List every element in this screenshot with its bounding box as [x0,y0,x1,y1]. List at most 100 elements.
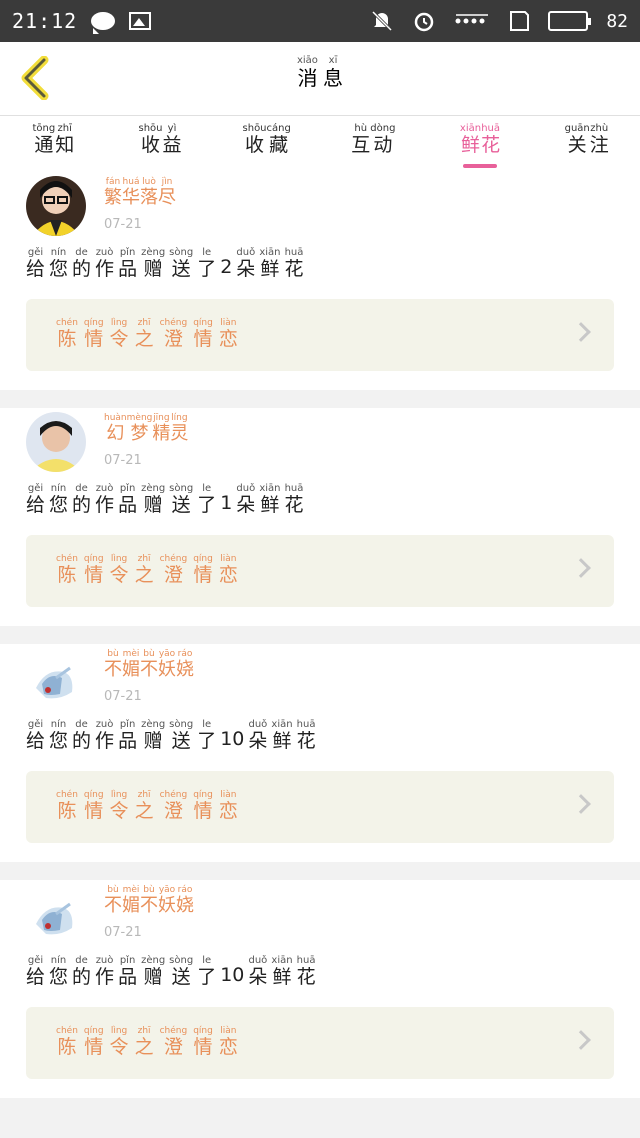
tab-flowers[interactable]: xiān 鲜 huā 花 [427,116,534,172]
chevron-right-icon [571,322,591,342]
hanzi-text: 令 [109,1036,129,1058]
pinyin-text: zèng [141,483,166,494]
pinyin-text: bù [107,649,119,659]
work-link-button[interactable]: chén 陈 qíng 情 lìng 令 zhī 之 chéng 澄 qíng 情 liàn 恋 [26,771,614,843]
ruby-char: nín 您 [49,484,68,515]
work-link-button[interactable]: chén 陈 qíng 情 lìng 令 zhī 之 chéng 澄 qíng 情 liàn 恋 [26,299,614,371]
ruby-char: nín 您 [49,720,68,751]
pinyin-text: de [75,247,88,258]
pinyin-text: huā [284,483,304,494]
avatar[interactable] [26,648,86,708]
hanzi-text: 媚 [122,659,140,680]
hanzi-text: 娆 [176,659,194,680]
ruby-char: chéng 澄 [160,1027,188,1057]
avatar[interactable] [26,412,86,472]
ruby-char: de 的 [72,720,91,751]
hanzi-text: 给 [26,258,46,280]
hanzi-text: 给 [26,730,46,752]
ruby-char: zuò 作 [95,248,114,279]
ruby-char: xiān 鲜 [259,248,280,279]
sender-name[interactable]: bù 不 mèi 媚 bù 不 yāo 妖 ráo 娆 [104,886,194,915]
battery-percent: 82 [606,10,628,32]
hanzi-text: 恋 [218,800,238,822]
ruby-char: de 的 [72,484,91,515]
hanzi-text: 情 [84,328,104,350]
work-link-button[interactable]: chén 陈 qíng 情 lìng 令 zhī 之 chéng 澄 qíng 情 liàn 恋 [26,535,614,607]
hanzi-text: 陈 [57,1036,77,1058]
pinyin-text: huā [284,247,304,258]
hanzi-text: 朵 [236,494,256,516]
battery-icon [548,11,592,31]
hanzi-text: 令 [109,564,129,586]
flower-count: 1 [220,492,233,514]
avatar[interactable] [26,176,86,236]
hanzi-text: 梦 [130,423,149,444]
pinyin-text: líng [171,413,188,423]
ruby-char: lìng 令 [110,791,129,821]
hanzi-text: 令 [109,328,129,350]
tab-earnings[interactable]: shōu 收 yì 益 [107,116,214,172]
tab-char: hù 互 [351,123,371,156]
hanzi-text: 幻 [106,423,125,444]
hanzi-text: 精 [152,423,171,444]
hanzi-text: 送 [171,258,191,280]
ruby-char: qíng 情 [193,555,213,585]
hanzi-text: 给 [26,966,46,988]
pinyin-text: qíng [83,790,104,800]
ruby-char: zhī 之 [135,1027,154,1057]
hanzi-text: 的 [72,494,92,516]
sender-name[interactable]: fán 繁 huá 华 luò 落 jìn 尽 [104,178,176,207]
message-text: gěi 给 nín 您 de 的 zuò 作 pǐn 品 zèng 赠 sòng 送 le 了 2 duǒ 朵 xiā… [26,248,614,279]
ruby-char: fán 繁 [104,178,122,207]
pinyin-text: huá [122,177,140,187]
hanzi-text: 品 [118,258,138,280]
ruby-char: zhī 之 [135,555,154,585]
hanzi-text: 送 [171,730,191,752]
ruby-char: zhī 之 [135,319,154,349]
hanzi-text: 作 [95,494,115,516]
sender-name[interactable]: huàn 幻 mèng 梦 jīng 精 líng 灵 [104,414,188,443]
hanzi-text: 鲜 [272,730,292,752]
ruby-char: jīng 精 [152,414,170,443]
ruby-char: duǒ 朵 [236,248,255,279]
pinyin-text: zhī [137,790,151,800]
hanzi-text: 赠 [143,966,163,988]
pinyin-text: zhī [137,1026,151,1036]
pinyin-text: zuò [95,955,114,966]
tab-favorites[interactable]: shōu 收 cáng 藏 [213,116,320,172]
hanzi-text: 繁 [104,187,122,208]
ruby-char: chén 陈 [56,319,78,349]
pinyin-text: chéng [159,318,188,328]
hanzi-text: 情 [193,328,213,350]
pinyin-text: zhī [137,554,151,564]
hanzi-text: 品 [118,494,138,516]
hanzi-text: 作 [95,258,115,280]
pinyin-text: bù [107,885,119,895]
tab-interactions[interactable]: hù 互 dòng 动 [320,116,427,172]
hanzi-text: 送 [171,966,191,988]
ruby-char: le 了 [197,484,216,515]
tab-char: guān 关 [564,123,590,156]
hanzi-text: 妖 [158,659,176,680]
tab-following[interactable]: guān 关 zhù 注 [533,116,640,172]
pinyin-text: xiān [259,483,281,494]
flower-notification-card: fán 繁 huá 华 luò 落 jìn 尽 07-21 gěi 给 nín 您 de 的 zuò 作 pǐn 品… [0,172,640,390]
ruby-char: luò 落 [140,178,158,207]
ruby-char: huā 花 [297,720,316,751]
pinyin-text: zhī [137,318,151,328]
pinyin-text: de [75,955,88,966]
ruby-char: ráo 娆 [176,650,194,679]
card-header: bù 不 mèi 媚 bù 不 yāo 妖 ráo 娆 07-21 [26,884,614,944]
ruby-char: chéng 澄 [160,791,188,821]
pinyin-text: jìn [161,177,173,187]
hanzi-text: 媚 [122,895,140,916]
sender-name[interactable]: bù 不 mèi 媚 bù 不 yāo 妖 ráo 娆 [104,650,194,679]
pinyin-text: de [75,719,88,730]
work-link-button[interactable]: chén 陈 qíng 情 lìng 令 zhī 之 chéng 澄 qíng 情 liàn 恋 [26,1007,614,1079]
hanzi-text: 不 [140,895,158,916]
tab-notifications[interactable]: tōng 通 zhī 知 [0,116,107,172]
pinyin-text: zèng [141,247,166,258]
ruby-char: xiān 鲜 [271,956,292,987]
avatar[interactable] [26,884,86,944]
sim-card-icon [510,11,530,31]
